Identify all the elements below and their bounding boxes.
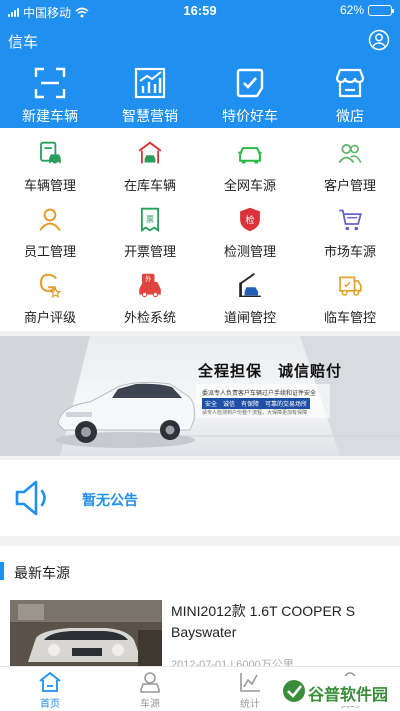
section-accent-bar [0, 562, 4, 580]
grid-item-label: 检测管理 [223, 244, 276, 259]
external-inspection-icon: 外 [139, 273, 161, 298]
watermark-logo-icon [283, 680, 305, 702]
quick-action-label: 智慧营销 [122, 108, 178, 124]
tab-label: 车源 [140, 699, 160, 710]
grid-item-market-cars[interactable]: 市场车源 [300, 194, 400, 260]
grid-item-label: 员工管理 [23, 244, 76, 259]
watermark-text: 谷普软件园 [308, 687, 389, 704]
battery-percent: 62% [339, 3, 364, 17]
vehicle-management-icon [40, 141, 61, 165]
grid-item-employee-management[interactable]: 员工管理 [0, 194, 100, 260]
announcement-bar[interactable]: 暂无公告 [0, 460, 400, 536]
battery-info: 62% [339, 3, 394, 17]
invoice-icon: 票 [141, 207, 159, 233]
promo-banner[interactable]: 全程担保 诚信赔付 委派专人负责客户车辆过户手续和证件安全 安全 诚信 有保障 … [0, 336, 400, 456]
temp-car-icon [339, 276, 362, 296]
tag-icon [236, 68, 264, 98]
grid-item-network-cars[interactable]: 全网车源 [200, 128, 300, 194]
network-car-icon [238, 147, 262, 164]
grid-item-label: 在库车辆 [123, 178, 176, 193]
grid-item-label: 道闸管控 [223, 310, 276, 325]
quick-action-special-cars[interactable]: 特价好车 [200, 60, 300, 128]
grid-item-in-stock-vehicles[interactable]: 在库车辆 [100, 128, 200, 194]
quick-action-label: 新建车辆 [22, 108, 78, 124]
tab-label: 首页 [40, 699, 60, 710]
svg-text:外: 外 [145, 274, 152, 283]
section-title: 最新车源 [14, 565, 70, 581]
tab-label: 统计 [240, 699, 260, 710]
barrier-gate-icon [239, 273, 261, 298]
grid-item-invoice-management[interactable]: 票 开票管理 [100, 194, 200, 260]
grid-item-customer-management[interactable]: 客户管理 [300, 128, 400, 194]
site-watermark: 谷普软件园 [278, 676, 394, 706]
grid-item-external-inspection[interactable]: 外 外检系统 [100, 260, 200, 326]
market-cart-icon [339, 209, 362, 231]
quick-action-label: 特价好车 [222, 108, 278, 124]
latest-cars-section: 最新车源 MINI2012款 1.6T COOPER S Bayswater 2… [0, 546, 400, 671]
speaker-icon [15, 480, 46, 516]
garage-car-icon [138, 141, 162, 164]
grid-item-label: 临车管控 [323, 310, 376, 325]
inspection-icon: 检 [240, 207, 260, 232]
car-thumbnail[interactable] [10, 600, 162, 666]
tab-car-source[interactable]: 车源 [100, 667, 200, 711]
employee-icon [39, 208, 61, 231]
grid-item-inspection-management[interactable]: 检 检测管理 [200, 194, 300, 260]
banner-tagline: 安全 诚信 有保障 可靠的交易场所 [202, 398, 311, 409]
quick-action-label: 微店 [336, 108, 364, 124]
grid-item-label: 车辆管理 [23, 178, 76, 193]
grid-item-label: 外检系统 [123, 310, 176, 325]
page-title: 信车 [8, 34, 39, 51]
grid-item-barrier-gate-control[interactable]: 道闸管控 [200, 260, 300, 326]
home-icon [39, 671, 61, 692]
function-grid: 车辆管理 在库车辆 全网车源 客户管理 员工管理 票 开票管理 检 检测管理 市… [0, 128, 400, 331]
car-source-icon [140, 672, 160, 693]
user-profile-icon[interactable] [368, 29, 390, 51]
quick-action-micro-shop[interactable]: 微店 [300, 60, 400, 128]
chart-icon [134, 67, 166, 99]
battery-icon [368, 4, 394, 16]
banner-title: 全程担保 诚信赔付 [198, 363, 343, 380]
grid-item-vehicle-management[interactable]: 车辆管理 [0, 128, 100, 194]
quick-action-smart-marketing[interactable]: 智慧营销 [100, 60, 200, 128]
grid-item-merchant-rating[interactable]: 商户评级 [0, 260, 100, 326]
merchant-rating-icon [40, 273, 62, 298]
announcement-text: 暂无公告 [82, 492, 138, 508]
app-header: 信车 [0, 22, 400, 60]
customers-icon [338, 144, 362, 164]
grid-item-temporary-vehicle-control[interactable]: 临车管控 [300, 260, 400, 326]
banner-illustration [0, 336, 400, 456]
svg-text:检: 检 [245, 214, 254, 226]
grid-item-label: 市场车源 [323, 244, 376, 259]
grid-item-label: 商户评级 [23, 310, 76, 325]
grid-item-label: 开票管理 [123, 244, 176, 259]
status-bar: 中国移动 16:59 62% [0, 0, 400, 22]
stats-icon [240, 673, 260, 692]
banner-footnote: 请专人检测到户份整个流程，大保障更加有保障 [202, 410, 308, 416]
shop-icon [335, 68, 365, 98]
grid-item-label: 全网车源 [223, 178, 276, 193]
svg-text:票: 票 [146, 214, 154, 224]
scan-icon [34, 67, 66, 99]
car-title[interactable]: MINI2012款 1.6T COOPER S Bayswater [171, 601, 391, 643]
quick-actions: 新建车辆 智慧营销 特价好车 微店 [0, 60, 400, 128]
quick-action-new-vehicle[interactable]: 新建车辆 [0, 60, 100, 128]
banner-subtitle: 委派专人负责客户车辆过户手续和证件安全 [202, 391, 317, 397]
grid-item-label: 客户管理 [323, 178, 376, 193]
tab-home[interactable]: 首页 [0, 667, 100, 711]
